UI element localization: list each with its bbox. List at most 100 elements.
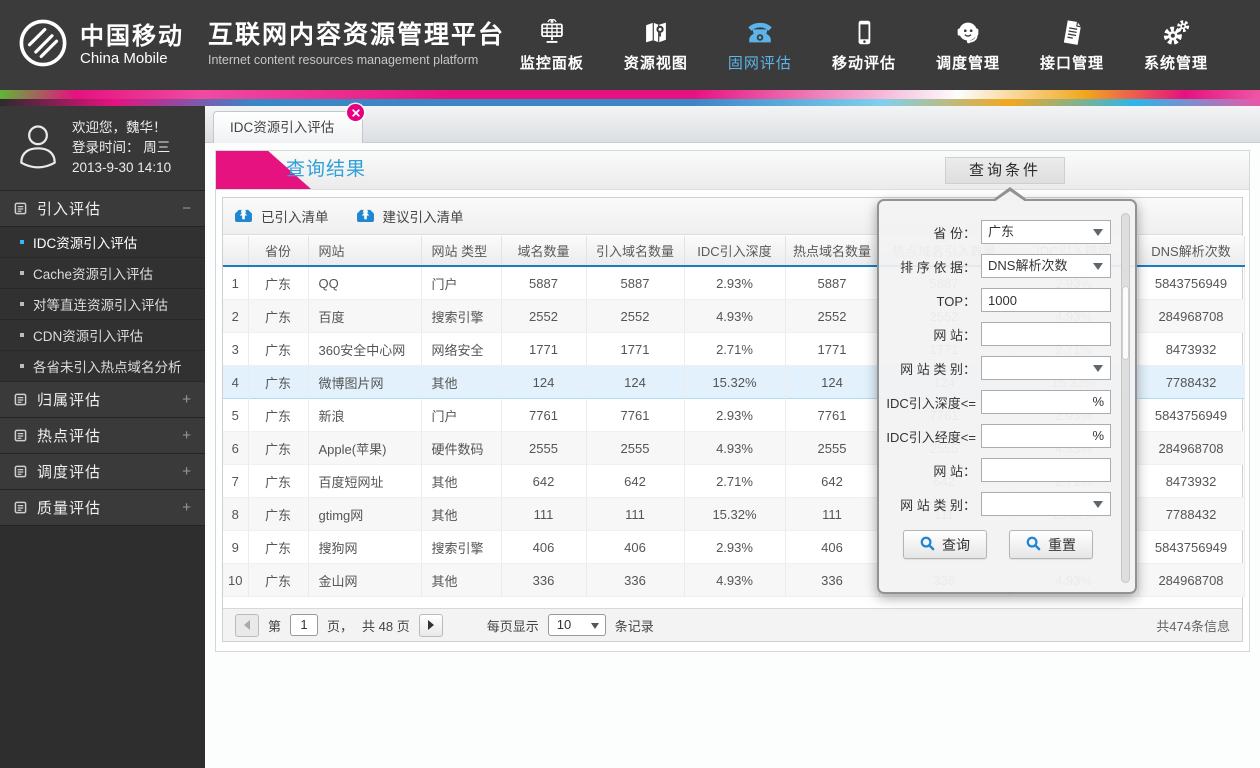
query-field-input-3[interactable] — [982, 289, 1110, 311]
user-box: 欢迎您，魏华！ 登录时间： 周三 2013-9-30 14:10 — [0, 106, 205, 191]
table-cell: 4.93% — [684, 299, 786, 333]
table-cell: 2.93% — [684, 530, 786, 564]
percent-suffix: % — [1092, 428, 1104, 443]
nav-item-6[interactable]: 接口管理 — [1040, 12, 1104, 73]
menu-item-1-5[interactable]: 各省未引入热点域名分析 — [0, 351, 205, 382]
prev-page-button[interactable] — [235, 613, 259, 637]
next-page-button[interactable] — [418, 613, 443, 637]
percent-suffix: % — [1092, 394, 1104, 409]
query-field-label: 网 站 类 别： — [900, 497, 976, 513]
table-cell: 门户 — [421, 398, 502, 432]
monitor-icon — [537, 12, 567, 46]
query-field-row: 省 份： 广东 — [879, 220, 1135, 244]
expand-toggle-icon[interactable]: + — [182, 499, 191, 516]
expand-toggle-icon[interactable]: − — [182, 200, 191, 217]
table-cell: 新浪 — [308, 398, 422, 432]
menu-group-label: 热点评估 — [37, 428, 102, 445]
expand-toggle-icon[interactable]: + — [182, 463, 191, 480]
query-reset-button[interactable]: 重置 — [1009, 530, 1093, 559]
table-cell: 广东 — [248, 464, 309, 498]
query-field-input-4[interactable] — [982, 323, 1110, 345]
nav-item-1[interactable]: 监控面板 — [520, 12, 584, 73]
nav-item-3[interactable]: 固网评估 — [728, 12, 792, 73]
query-field-wrap: % — [981, 424, 1111, 448]
query-conditions-panel: 省 份： 广东排 序 依 据： DNS解析次数 TOP： 网 站： 网 站 类 别： IDC… — [877, 187, 1137, 594]
scrollbar-thumb[interactable] — [1122, 286, 1129, 360]
query-field-row: 网 站： — [879, 322, 1135, 346]
table-cell: QQ — [308, 266, 422, 300]
query-panel-scrollbar[interactable] — [1121, 213, 1130, 583]
logo-text-zh: 中国移动 — [80, 22, 184, 50]
interface-icon — [1057, 12, 1087, 46]
per-page-select[interactable]: 10 — [547, 614, 606, 636]
welcome-text: 欢迎您，魏华！ — [72, 120, 167, 135]
pagination-bar: 第 1 页， 共 48 页 每页显示 10 条记录 共474条信息 — [223, 608, 1242, 641]
expand-toggle-icon[interactable]: + — [182, 427, 191, 444]
nav-item-label: 系统管理 — [1143, 55, 1208, 72]
bullet-icon — [20, 271, 24, 275]
table-cell: 2552 — [586, 299, 685, 333]
table-cell: 406 — [586, 530, 685, 564]
bullet-icon — [20, 240, 24, 244]
table-cell: 广东 — [248, 497, 309, 531]
doc-icon — [14, 465, 27, 478]
query-field-label: TOP： — [936, 293, 977, 309]
toolbar-button-1[interactable]: 已引入清单 — [233, 206, 329, 226]
column-header-2: 网站 — [308, 236, 422, 266]
table-cell: 7761 — [501, 398, 587, 432]
menu-item-1-3[interactable]: 对等直连资源引入评估 — [0, 289, 205, 320]
expand-toggle-icon[interactable]: + — [182, 391, 191, 408]
column-header-3: 网站 类型 — [421, 236, 502, 266]
table-cell: 2552 — [501, 299, 587, 333]
query-field-select-9[interactable] — [981, 492, 1111, 516]
table-cell: 1 — [223, 266, 249, 300]
nav-item-7[interactable]: 系统管理 — [1144, 12, 1208, 73]
menu-group-1[interactable]: 引入评估 − — [0, 191, 205, 227]
query-field-wrap: % — [981, 390, 1111, 414]
menu-item-1-4[interactable]: CDN资源引入评估 — [0, 320, 205, 351]
table-cell: 1771 — [785, 332, 880, 366]
table-cell: 284968708 — [1138, 299, 1245, 333]
bullet-icon — [20, 302, 24, 306]
menu-group-4[interactable]: 调度评估 + — [0, 454, 205, 490]
export-icon — [233, 207, 254, 226]
tab-idc-evaluation[interactable]: IDC资源引入评估 — [213, 104, 365, 143]
nav-item-4[interactable]: 移动评估 — [832, 12, 896, 73]
page-number-input[interactable]: 1 — [290, 614, 319, 636]
query-conditions-button[interactable]: 查询条件 — [945, 157, 1065, 184]
nav-item-2[interactable]: 资源视图 — [624, 12, 688, 73]
table-cell: 微博图片网 — [308, 365, 422, 399]
column-header-6: IDC引入深度 — [684, 236, 786, 266]
dispatch-icon — [953, 12, 983, 46]
table-cell: 2.93% — [684, 398, 786, 432]
table-cell: 336 — [501, 563, 587, 597]
table-cell: 其他 — [421, 365, 502, 399]
china-mobile-logo-icon — [16, 16, 70, 75]
query-field-select-5[interactable] — [981, 356, 1111, 380]
query-field-select-2[interactable]: DNS解析次数 — [981, 254, 1111, 278]
query-field-input-7[interactable] — [982, 425, 1110, 447]
export-icon — [355, 207, 376, 226]
menu-group-5[interactable]: 质量评估 + — [0, 490, 205, 526]
query-submit-button[interactable]: 查询 — [903, 530, 987, 559]
query-field-row: 网 站： — [879, 458, 1135, 482]
platform-title: 互联网内容资源管理平台 — [208, 21, 506, 49]
menu-item-1-1[interactable]: IDC资源引入评估 — [0, 227, 205, 258]
table-cell: 2 — [223, 299, 249, 333]
menu-item-1-2[interactable]: Cache资源引入评估 — [0, 258, 205, 289]
menu-group-2[interactable]: 归属评估 + — [0, 382, 205, 418]
bullet-icon — [20, 364, 24, 368]
table-cell: 2.71% — [684, 332, 786, 366]
menu-group-3[interactable]: 热点评估 + — [0, 418, 205, 454]
toolbar-button-2[interactable]: 建议引入清单 — [355, 206, 464, 226]
chevron-down-icon — [1093, 229, 1103, 236]
table-cell: 搜狗网 — [308, 530, 422, 564]
table-cell: 8473932 — [1138, 332, 1245, 366]
query-field-input-8[interactable] — [982, 459, 1110, 481]
nav-item-5[interactable]: 调度管理 — [936, 12, 1000, 73]
query-field-input-6[interactable] — [982, 391, 1110, 413]
query-field-select-1[interactable]: 广东 — [981, 220, 1111, 244]
table-cell: 其他 — [421, 563, 502, 597]
tab-close-icon[interactable] — [347, 104, 365, 121]
query-field-row: IDC引入经度<=% — [879, 424, 1135, 448]
